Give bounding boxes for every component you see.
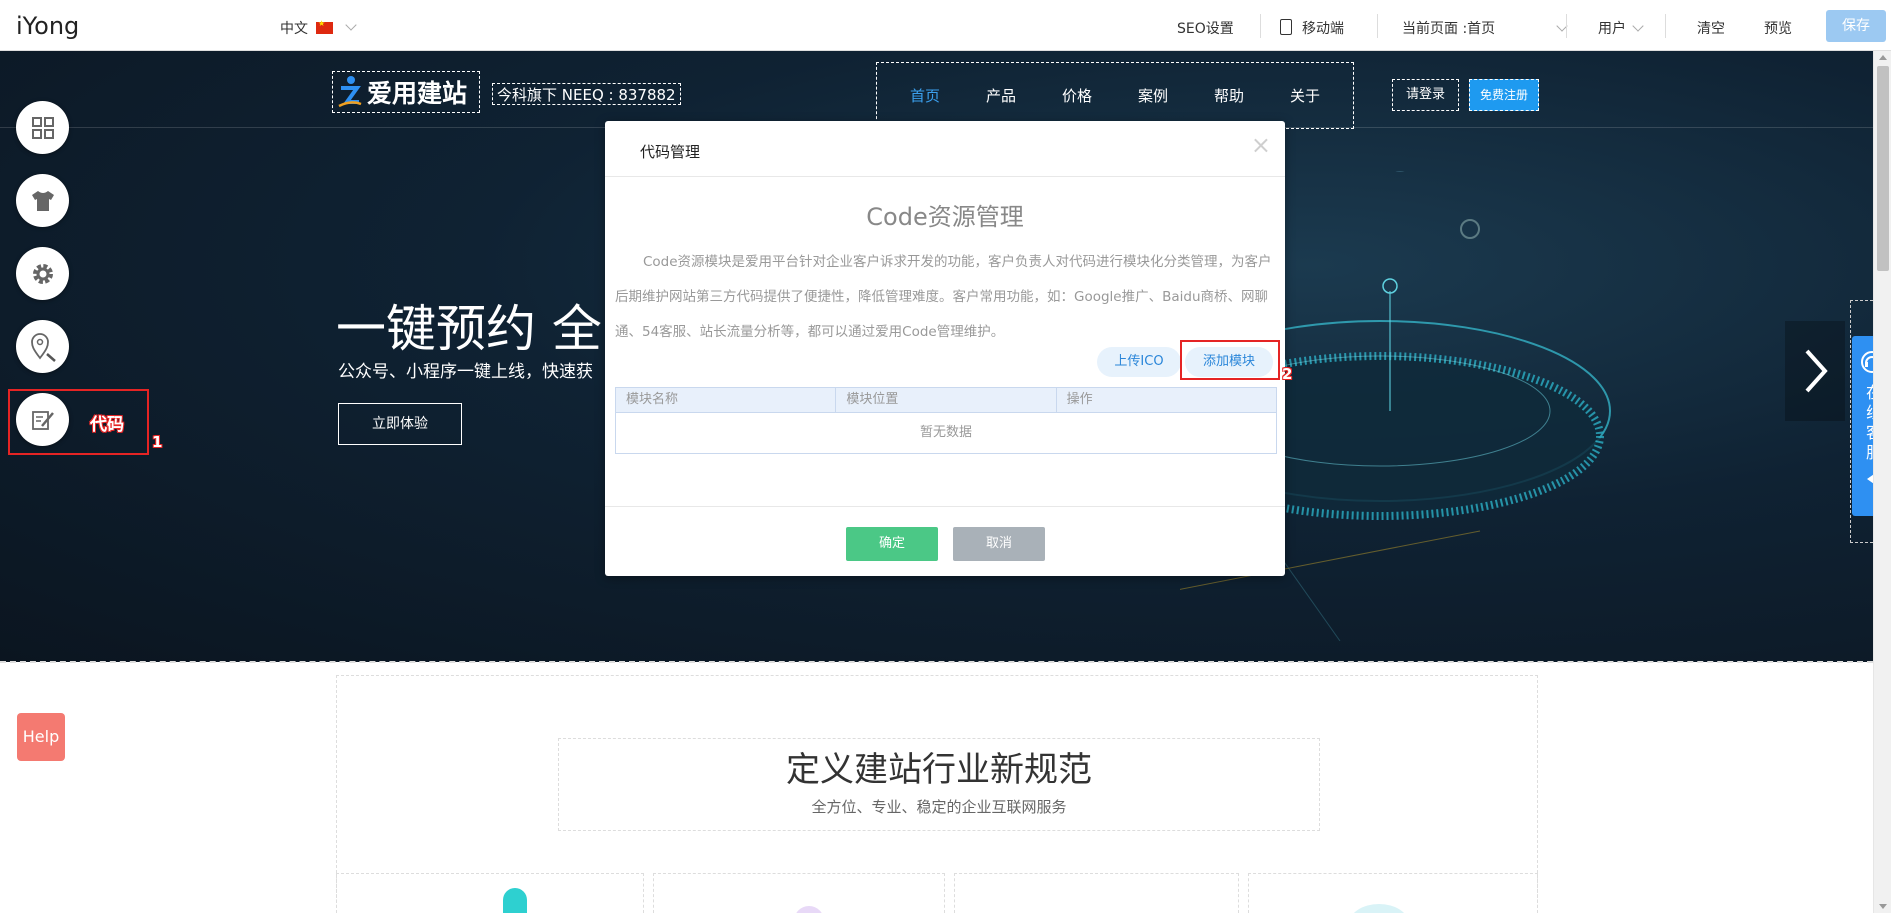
dialog-heading: Code资源管理 bbox=[866, 203, 1024, 231]
dialog-header: 代码管理 × bbox=[605, 121, 1285, 177]
scroll-up-icon[interactable] bbox=[1879, 55, 1887, 60]
logo-mark-icon bbox=[337, 74, 363, 110]
feature-card[interactable] bbox=[954, 873, 1239, 913]
feature-card-icon bbox=[794, 906, 824, 913]
nav-item-home[interactable]: 首页 bbox=[910, 85, 940, 106]
help-button[interactable]: Help bbox=[17, 713, 65, 761]
language-label: 中文 bbox=[280, 21, 308, 37]
dialog-footer: 确定 取消 bbox=[605, 506, 1285, 576]
mobile-view-button[interactable]: 移动端 bbox=[1280, 18, 1344, 38]
theme-tool-button[interactable] bbox=[16, 174, 69, 227]
hero-divider bbox=[0, 661, 1873, 663]
gear-icon bbox=[32, 263, 53, 284]
column-module-name: 模块名称 bbox=[616, 388, 837, 412]
page-scrollbar[interactable] bbox=[1873, 51, 1891, 913]
location-tool-button[interactable] bbox=[16, 320, 69, 373]
language-selector[interactable]: 中文 bbox=[280, 18, 357, 38]
settings-tool-button[interactable] bbox=[16, 247, 69, 300]
feature-card[interactable] bbox=[336, 873, 644, 913]
login-button[interactable]: 请登录 bbox=[1392, 79, 1459, 111]
add-module-highlight bbox=[1180, 340, 1280, 380]
toolbar-divider bbox=[1665, 14, 1666, 38]
layout-tool-button[interactable] bbox=[16, 101, 69, 154]
try-now-button[interactable]: 立即体验 bbox=[338, 403, 462, 445]
column-module-position: 模块位置 bbox=[836, 388, 1057, 412]
carousel-next-button[interactable] bbox=[1785, 321, 1845, 421]
map-pin-icon bbox=[30, 332, 56, 362]
clear-button[interactable]: 清空 bbox=[1697, 18, 1725, 38]
brand-name: iYong bbox=[16, 12, 80, 40]
close-icon[interactable]: × bbox=[1251, 133, 1271, 157]
tshirt-icon bbox=[31, 190, 54, 211]
site-logo[interactable]: 爱用建站 bbox=[332, 71, 480, 113]
dialog-description: Code资源模块是爱用平台针对企业客户诉求开发的功能，客户负责人对代码进行模块化… bbox=[615, 254, 1272, 340]
column-actions: 操作 bbox=[1066, 392, 1093, 407]
code-tool-label: 代码 bbox=[90, 415, 124, 435]
feature-card-icon bbox=[503, 888, 527, 913]
modules-table: 模块名称 模块位置 操作 暂无数据 bbox=[615, 387, 1277, 454]
register-button[interactable]: 免费注册 bbox=[1469, 79, 1539, 111]
chevron-down-icon bbox=[345, 19, 357, 31]
dialog-title: 代码管理 bbox=[640, 143, 701, 161]
nav-item-cases[interactable]: 案例 bbox=[1138, 85, 1168, 106]
feature-card[interactable] bbox=[653, 873, 945, 913]
toolbar-divider bbox=[1260, 14, 1261, 38]
mobile-view-label: 移动端 bbox=[1302, 21, 1344, 37]
confirm-button[interactable]: 确定 bbox=[846, 527, 938, 561]
nav-item-help[interactable]: 帮助 bbox=[1214, 85, 1244, 106]
toolbar-divider bbox=[1566, 14, 1567, 38]
section-subtitle: 全方位、专业、稳定的企业互联网服务 bbox=[811, 798, 1067, 816]
seo-settings-button[interactable]: SEO设置 bbox=[1177, 18, 1234, 38]
section-title: 定义建站行业新规范 bbox=[786, 750, 1092, 790]
scroll-down-icon[interactable] bbox=[1879, 904, 1887, 909]
code-tool-highlight bbox=[8, 389, 149, 455]
chevron-down-icon bbox=[1632, 20, 1645, 32]
toolbar-divider bbox=[1377, 14, 1378, 38]
hero-subtitle: 公众号、小程序一键上线，快速获 bbox=[338, 362, 593, 382]
user-menu-label: 用户 bbox=[1598, 21, 1626, 37]
step-marker-1: 1 bbox=[152, 433, 163, 451]
upload-ico-button[interactable]: 上传ICO bbox=[1097, 347, 1181, 377]
table-header: 模块名称 模块位置 操作 bbox=[616, 388, 1276, 413]
site-main-nav: 首页 产品 价格 案例 帮助 关于 bbox=[876, 62, 1354, 129]
scrollbar-thumb[interactable] bbox=[1877, 66, 1889, 271]
editor-toolbar: iYong 中文 SEO设置 移动端 当前页面 :首页 用户 清空 预览 保存 bbox=[0, 0, 1891, 51]
nav-item-pricing[interactable]: 价格 bbox=[1062, 85, 1092, 106]
grid-icon bbox=[31, 116, 54, 139]
preview-button[interactable]: 预览 bbox=[1764, 18, 1792, 38]
save-button[interactable]: 保存 bbox=[1826, 10, 1886, 42]
table-empty-state: 暂无数据 bbox=[919, 425, 972, 440]
china-flag-icon bbox=[316, 19, 333, 34]
nav-item-products[interactable]: 产品 bbox=[986, 85, 1016, 106]
feature-card[interactable] bbox=[1248, 873, 1538, 913]
user-menu[interactable]: 用户 bbox=[1598, 18, 1645, 38]
logo-text: 爱用建站 bbox=[367, 79, 468, 108]
mobile-phone-icon bbox=[1280, 19, 1292, 35]
neeq-tagline: 今科旗下 NEEQ : 837882 bbox=[492, 83, 681, 105]
current-page-label: 当前页面 :首页 bbox=[1402, 21, 1496, 37]
nav-item-about[interactable]: 关于 bbox=[1290, 85, 1320, 106]
current-page-selector[interactable]: 当前页面 :首页 bbox=[1402, 18, 1568, 38]
chevron-right-icon bbox=[1805, 349, 1828, 393]
cancel-button[interactable]: 取消 bbox=[953, 527, 1045, 561]
step-marker-2: 2 bbox=[1282, 365, 1293, 383]
feature-card-icon bbox=[1349, 904, 1409, 913]
